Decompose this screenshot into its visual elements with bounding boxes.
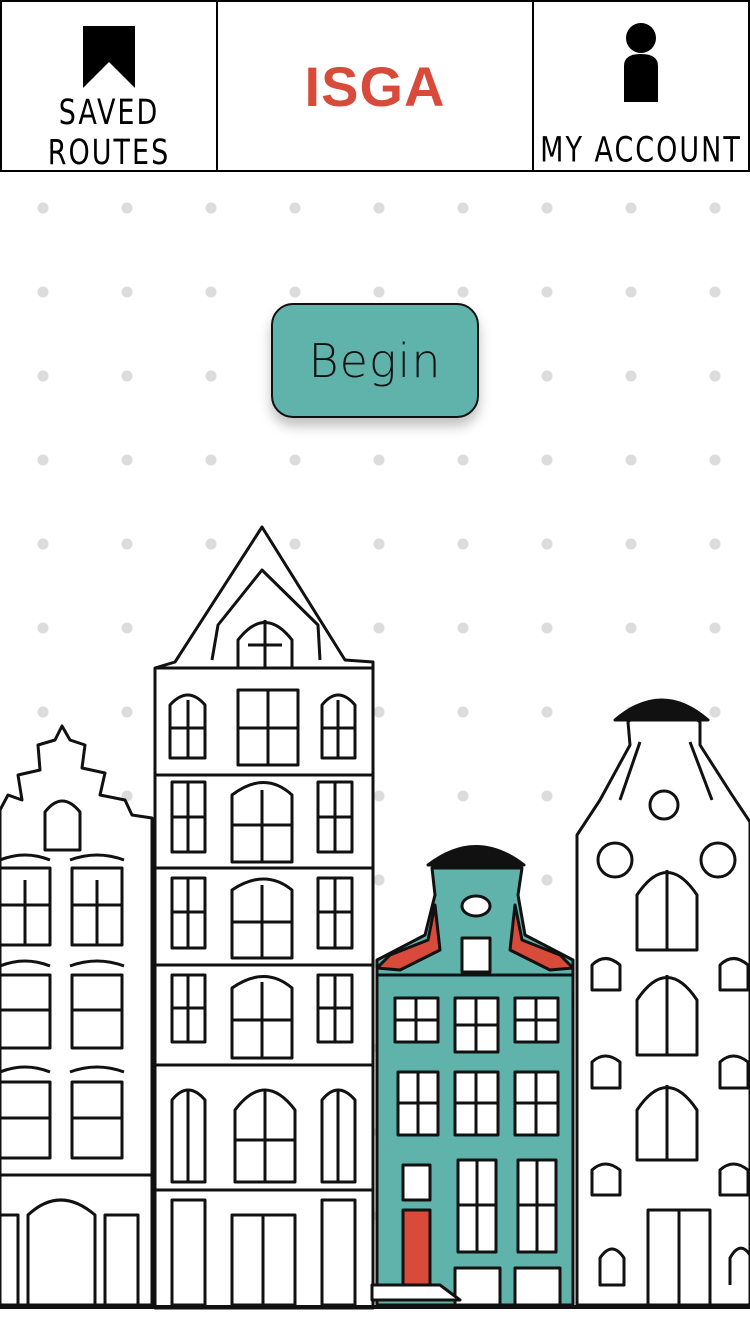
bookmark-icon (83, 26, 135, 88)
brand-logo: ISGA (304, 54, 446, 118)
begin-button[interactable]: Begin (271, 303, 479, 418)
houses-illustration (0, 525, 750, 1310)
my-account-button[interactable]: MY ACCOUNT (532, 2, 748, 171)
brand-area: ISGA (218, 2, 532, 170)
house-tall (153, 525, 375, 1310)
user-icon (624, 23, 658, 102)
house-right (575, 698, 750, 1307)
saved-routes-button[interactable]: SAVED ROUTES (2, 2, 218, 173)
house-left (0, 724, 154, 1307)
saved-routes-label: SAVED ROUTES (47, 92, 171, 174)
top-navigation: SAVED ROUTES ISGA MY ACCOUNT (0, 0, 750, 173)
my-account-label: MY ACCOUNT (540, 130, 742, 171)
house-teal (370, 845, 575, 1307)
